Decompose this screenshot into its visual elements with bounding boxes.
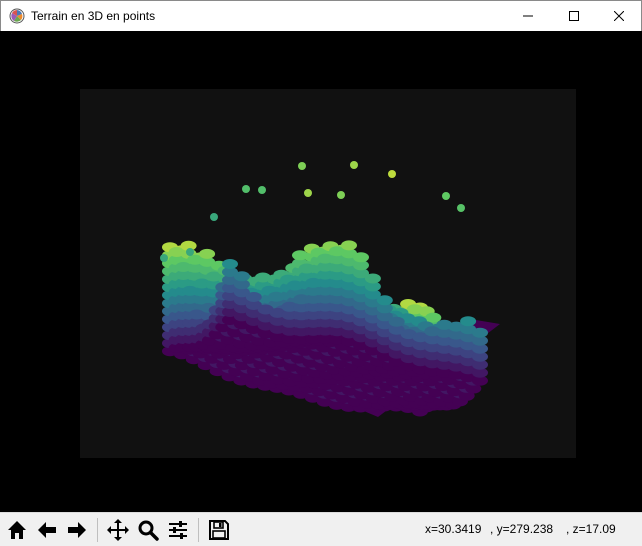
terrain-point bbox=[376, 295, 393, 306]
close-icon bbox=[614, 11, 624, 21]
zoom-button[interactable] bbox=[134, 516, 162, 544]
terrain-point bbox=[337, 191, 345, 199]
title-bar: Terrain en 3D en points bbox=[0, 0, 642, 31]
arrow-right-icon bbox=[68, 522, 86, 538]
terrain-point bbox=[222, 259, 238, 269]
forward-button[interactable] bbox=[63, 516, 91, 544]
terrain-point bbox=[258, 186, 266, 194]
terrain-point bbox=[242, 185, 250, 193]
scatter-3d-plot[interactable] bbox=[0, 31, 642, 512]
figure-canvas[interactable] bbox=[0, 31, 642, 512]
terrain-point bbox=[388, 170, 396, 178]
minimize-button[interactable] bbox=[505, 1, 551, 31]
terrain-point bbox=[457, 204, 465, 212]
coord-x-readout: x=30.3419 bbox=[425, 522, 482, 536]
save-button[interactable] bbox=[205, 516, 233, 544]
arrow-left-icon bbox=[38, 522, 56, 538]
window-title: Terrain en 3D en points bbox=[31, 9, 156, 23]
terrain-point bbox=[304, 189, 312, 197]
terrain-point bbox=[388, 316, 405, 327]
terrain-point bbox=[353, 252, 369, 263]
minimize-icon bbox=[523, 15, 533, 17]
terrain-point bbox=[298, 162, 306, 170]
terrain-point bbox=[425, 312, 442, 323]
matplotlib-logo-icon bbox=[9, 8, 25, 24]
maximize-icon bbox=[569, 11, 579, 21]
terrain-point bbox=[364, 273, 381, 284]
configure-subplots-button[interactable] bbox=[164, 516, 192, 544]
terrain-point bbox=[233, 271, 250, 282]
terrain-point bbox=[245, 292, 262, 302]
coord-z-readout: , z=17.09 bbox=[566, 522, 616, 536]
pan-button[interactable] bbox=[104, 516, 132, 544]
toolbar-separator bbox=[198, 518, 199, 542]
terrain-point bbox=[210, 213, 218, 221]
maximize-button[interactable] bbox=[551, 1, 597, 31]
home-icon bbox=[8, 521, 26, 539]
coord-y-readout: , y=279.238 bbox=[490, 522, 554, 536]
move-icon bbox=[107, 519, 129, 541]
terrain-point bbox=[472, 327, 488, 338]
floppy-disk-icon bbox=[209, 520, 229, 540]
navigation-toolbar: x=30.3419 , y=279.238 , z=17.09 bbox=[0, 512, 642, 546]
back-button[interactable] bbox=[33, 516, 61, 544]
home-button[interactable] bbox=[3, 516, 31, 544]
close-button[interactable] bbox=[596, 1, 642, 31]
terrain-point bbox=[442, 192, 450, 200]
terrain-point bbox=[199, 248, 216, 259]
toolbar-separator bbox=[97, 518, 98, 542]
terrain-point bbox=[341, 240, 357, 251]
magnifier-icon bbox=[138, 520, 159, 541]
terrain-point bbox=[160, 254, 168, 262]
terrain-point bbox=[350, 161, 358, 169]
terrain-point bbox=[460, 316, 477, 327]
sliders-icon bbox=[169, 521, 187, 539]
terrain-point bbox=[186, 248, 194, 256]
